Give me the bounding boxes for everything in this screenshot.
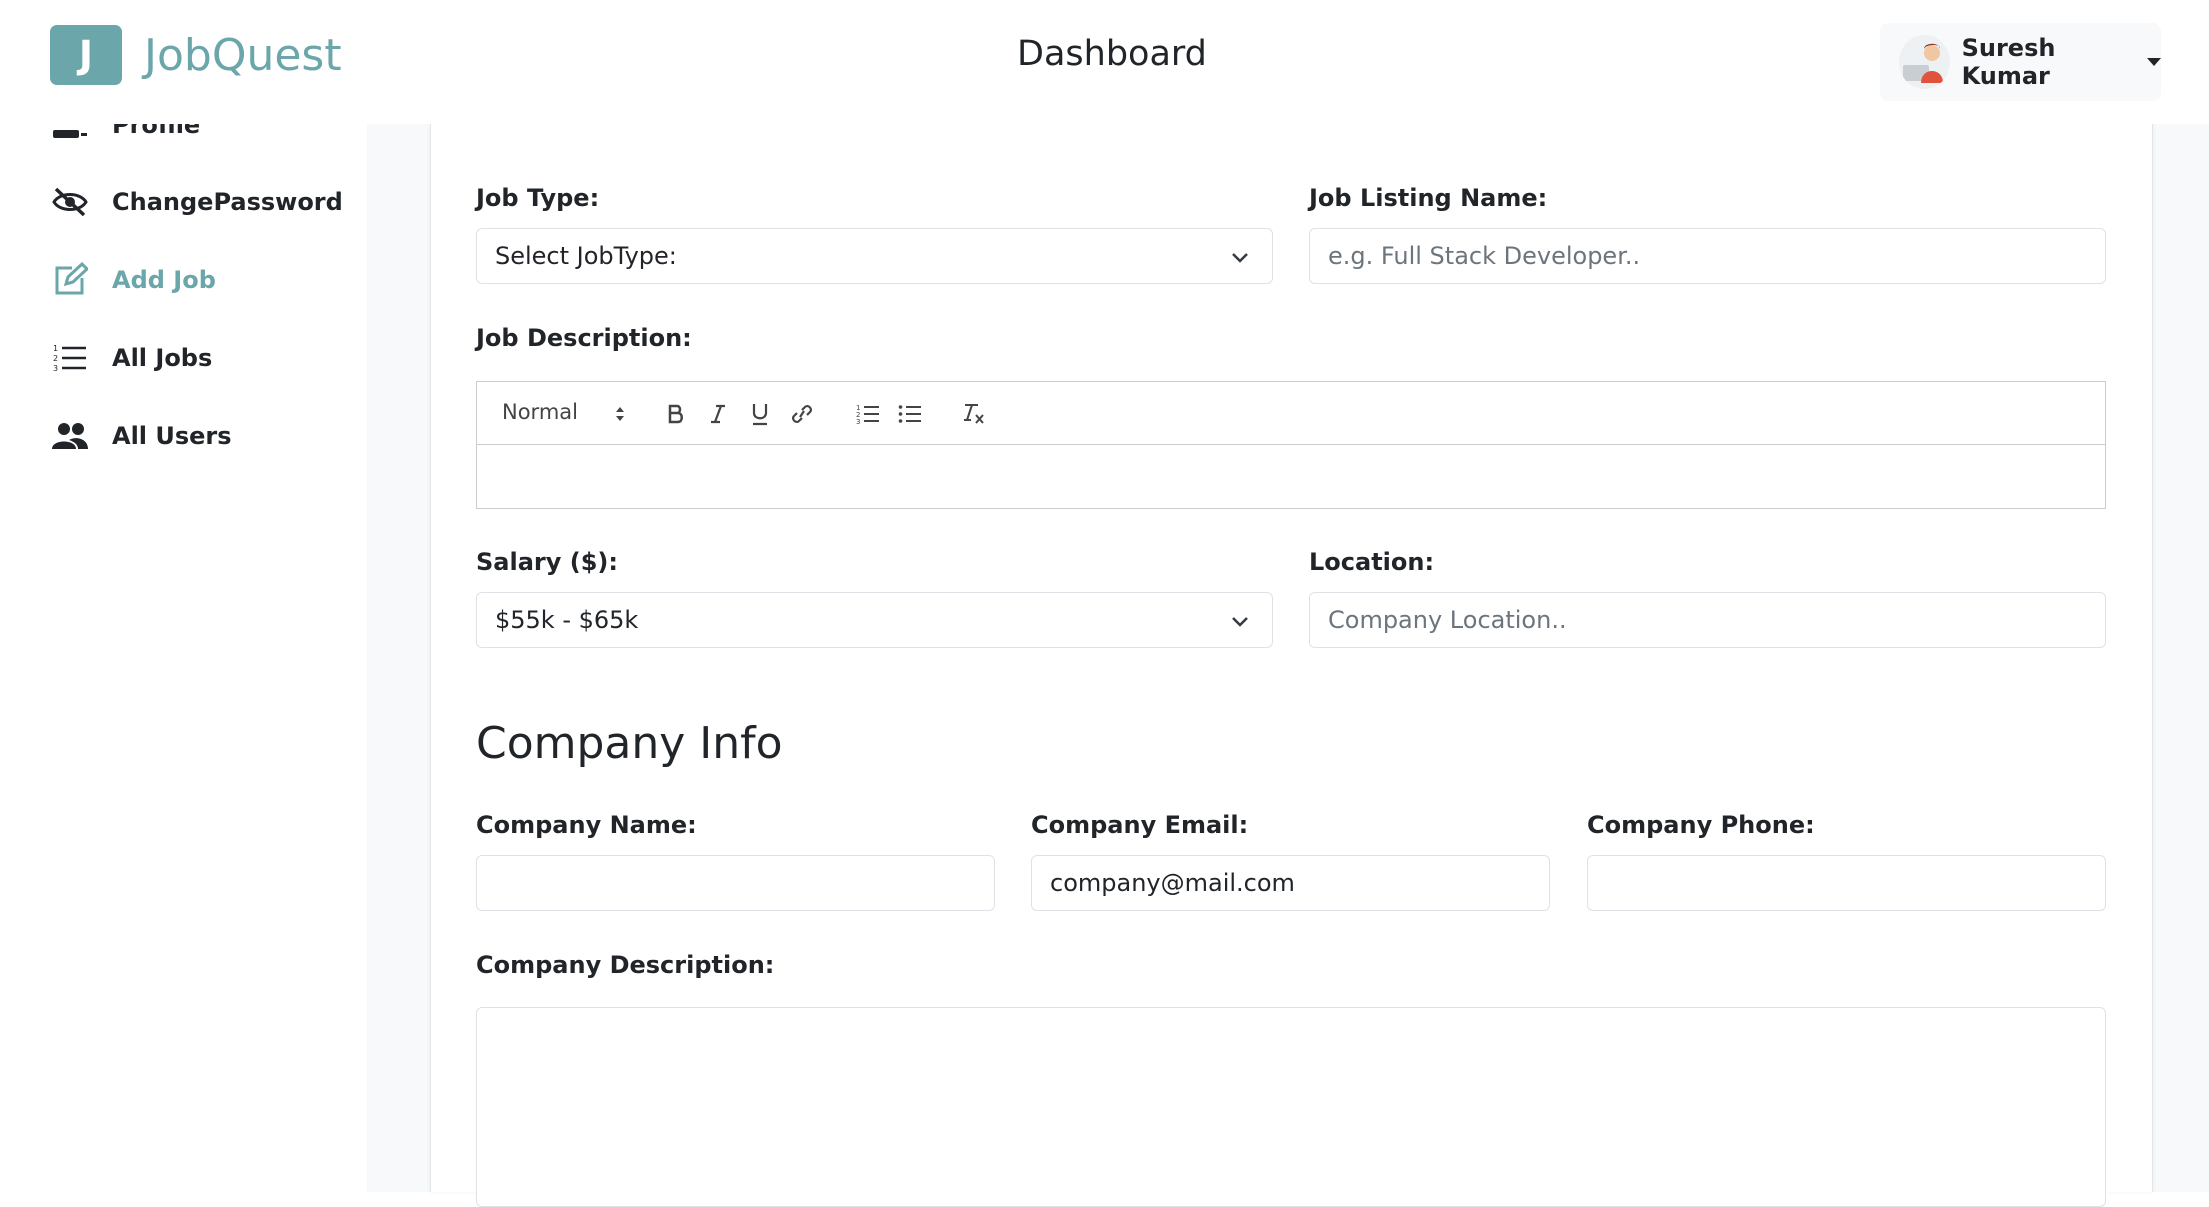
job-listing-name-placeholder: e.g. Full Stack Developer..	[1328, 242, 1641, 270]
salary-value: $55k - $65k	[495, 606, 639, 634]
eye-slash-icon	[50, 182, 90, 222]
clear-formatting-button[interactable]	[961, 402, 987, 426]
link-icon	[792, 405, 812, 423]
editor-toolbar: Normal 1 2 3	[476, 381, 2106, 445]
user-menu-dropdown[interactable]: Suresh Kumar	[1880, 23, 2161, 101]
company-info-heading: Company Info	[476, 718, 783, 769]
sidebar-item-label: All Users	[112, 422, 232, 450]
top-header: J JobQuest Dashboard Suresh Kumar	[0, 0, 2209, 124]
app-name: JobQuest	[144, 29, 342, 81]
svg-text:3: 3	[53, 364, 58, 373]
company-name-input[interactable]	[476, 855, 995, 911]
job-type-label: Job Type:	[476, 184, 600, 212]
job-type-value: Select JobType:	[495, 242, 677, 270]
bullet-list-icon	[898, 405, 921, 423]
page-title: Dashboard	[1017, 34, 1207, 74]
location-input[interactable]: Company Location..	[1309, 592, 2106, 648]
logo-badge: J	[50, 25, 122, 85]
sidebar-item-change-password[interactable]: ChangePassword	[50, 177, 343, 227]
company-phone-label: Company Phone:	[1587, 811, 1815, 839]
sidebar-item-label: All Jobs	[112, 344, 213, 372]
users-icon	[50, 416, 90, 456]
job-type-select[interactable]: Select JobType:	[476, 228, 1273, 284]
heading-select-value: Normal	[502, 400, 578, 424]
sidebar-item-all-users[interactable]: All Users	[50, 411, 232, 461]
svg-text:1: 1	[53, 344, 58, 353]
chevron-down-icon	[1232, 253, 1248, 263]
heading-select[interactable]: Normal	[502, 400, 578, 424]
chevron-down-icon	[1232, 617, 1248, 627]
salary-select[interactable]: $55k - $65k	[476, 592, 1273, 648]
company-phone-input[interactable]	[1587, 855, 2106, 911]
edit-icon	[50, 260, 90, 300]
sidebar-item-add-job[interactable]: Add Job	[50, 255, 216, 305]
location-placeholder: Company Location..	[1328, 606, 1567, 634]
job-listing-name-label: Job Listing Name:	[1309, 184, 1548, 212]
sidebar-item-label: ChangePassword	[112, 188, 343, 216]
company-description-label: Company Description:	[476, 951, 775, 979]
company-name-label: Company Name:	[476, 811, 697, 839]
avatar	[1899, 35, 1950, 89]
company-email-label: Company Email:	[1031, 811, 1249, 839]
sidebar-item-label: Add Job	[112, 266, 216, 294]
svg-text:2: 2	[53, 354, 58, 363]
caret-down-icon	[2147, 58, 2161, 66]
clear-formatting-icon	[964, 404, 984, 424]
company-email-input[interactable]: company@mail.com	[1031, 855, 1550, 911]
underline-button[interactable]	[747, 402, 773, 426]
bold-button[interactable]	[663, 402, 689, 426]
job-description-editor[interactable]	[476, 444, 2106, 509]
svg-text:3: 3	[856, 418, 860, 425]
italic-button[interactable]	[705, 402, 731, 426]
company-description-textarea[interactable]	[476, 1007, 2106, 1207]
italic-icon	[711, 404, 725, 424]
list-icon: 1 2 3	[50, 338, 90, 378]
app-logo[interactable]: J JobQuest	[50, 25, 342, 85]
link-button[interactable]	[789, 402, 815, 426]
ordered-list-button[interactable]: 1 2 3	[855, 402, 881, 426]
underline-icon	[752, 404, 768, 426]
salary-label: Salary ($):	[476, 548, 618, 576]
company-email-value: company@mail.com	[1050, 869, 1295, 897]
job-description-label: Job Description:	[476, 324, 692, 352]
ordered-list-icon: 1 2 3	[856, 404, 879, 425]
bold-icon	[668, 404, 683, 424]
sidebar-item-all-jobs[interactable]: 1 2 3 All Jobs	[50, 333, 212, 383]
user-name: Suresh Kumar	[1961, 34, 2056, 90]
bullet-list-button[interactable]	[897, 402, 923, 426]
job-listing-name-input[interactable]: e.g. Full Stack Developer..	[1309, 228, 2106, 284]
sort-icon	[616, 407, 624, 421]
location-label: Location:	[1309, 548, 1435, 576]
